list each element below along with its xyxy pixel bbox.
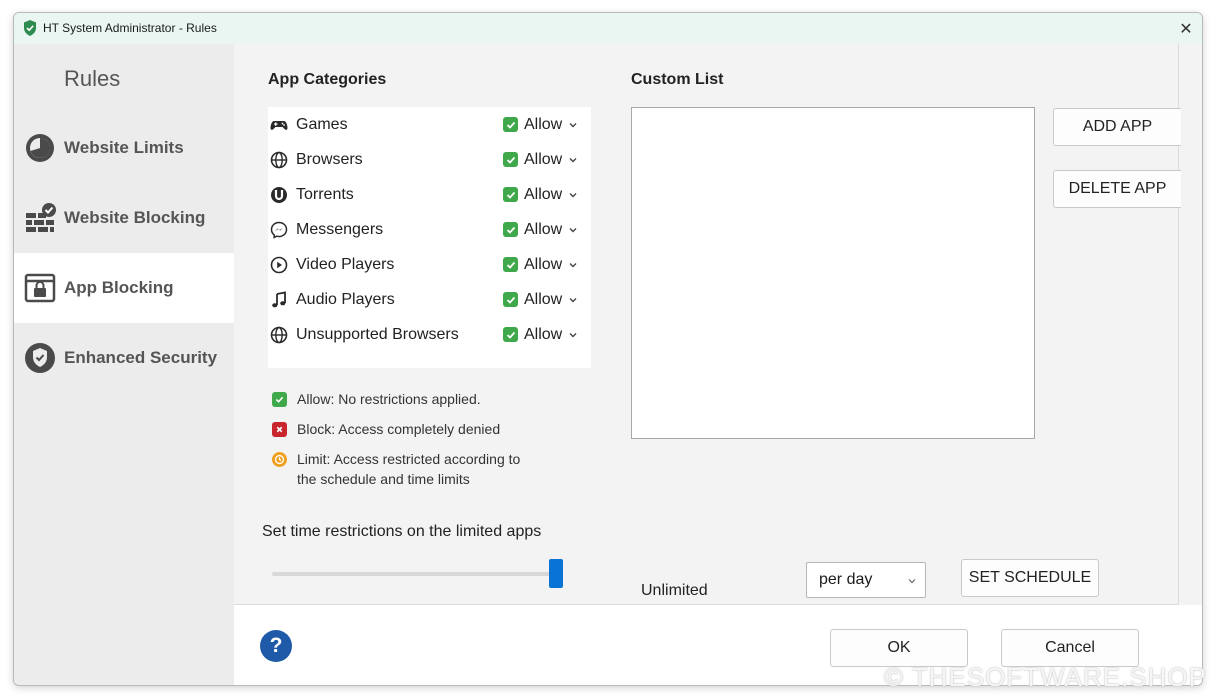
- category-name: Audio Players: [296, 290, 395, 308]
- sidebar-title: Rules: [64, 66, 121, 91]
- allow-check-icon: [503, 187, 518, 202]
- chevron-down-icon: [569, 262, 577, 267]
- category-row-browsers[interactable]: Browsers Allow: [268, 142, 591, 177]
- time-limit-value: Unlimited: [641, 582, 708, 599]
- allow-check-icon: [503, 117, 518, 132]
- category-status-dropdown[interactable]: Allow: [503, 256, 578, 274]
- legend-limit-text-line2: the schedule and time limits: [297, 471, 470, 487]
- chevron-down-icon: [569, 332, 577, 337]
- category-name: Unsupported Browsers: [296, 325, 459, 343]
- chevron-down-icon: [569, 227, 577, 232]
- help-button[interactable]: ?: [260, 630, 292, 662]
- allow-check-icon: [503, 327, 518, 342]
- category-status-dropdown[interactable]: Allow: [503, 326, 578, 344]
- custom-list-box[interactable]: [631, 107, 1035, 439]
- add-app-button[interactable]: ADD APP: [1053, 108, 1181, 146]
- music-note-icon: [272, 290, 286, 307]
- category-name: Browsers: [296, 150, 363, 168]
- category-status-dropdown[interactable]: Allow: [503, 151, 578, 169]
- delete-app-button[interactable]: DELETE APP: [1053, 170, 1181, 208]
- allow-check-icon: [503, 152, 518, 167]
- legend-block: Block: Access completely denied: [272, 419, 500, 439]
- legend-limit: Limit: Access restricted according to th…: [272, 449, 520, 489]
- sidebar-item-label: Enhanced Security: [64, 348, 218, 367]
- app-categories-heading: App Categories: [268, 71, 387, 88]
- play-icon: [270, 256, 288, 273]
- sidebar-item-label: Website Limits: [64, 138, 184, 157]
- legend-allow-text: Allow: No restrictions applied.: [297, 391, 481, 407]
- category-name: Video Players: [296, 255, 395, 273]
- category-status-value: Allow: [524, 290, 563, 308]
- category-row-messengers[interactable]: Messengers Allow: [268, 212, 591, 247]
- help-icon: ?: [269, 634, 283, 657]
- clock-icon: [26, 134, 54, 162]
- category-status-dropdown[interactable]: Allow: [503, 116, 578, 134]
- period-select[interactable]: per day: [806, 562, 926, 598]
- sidebar-item-label: App Blocking: [64, 278, 174, 297]
- category-name: Messengers: [296, 220, 384, 238]
- app-categories-list: Games Allow Browsers Allow Torrents Allo…: [268, 107, 591, 368]
- lock-window-icon: [24, 273, 56, 303]
- sidebar: Rules Website Limits Website Blocking Ap…: [14, 44, 234, 685]
- category-status-value: Allow: [524, 325, 563, 343]
- app-shield-icon: [24, 20, 36, 36]
- main-content: App Categories Games Allow Browsers Allo…: [234, 44, 1181, 605]
- sidebar-item-enhanced-security[interactable]: Enhanced Security: [14, 323, 234, 393]
- block-x-icon: [272, 422, 287, 437]
- close-button[interactable]: ✕: [1170, 13, 1202, 44]
- category-status-value: Allow: [524, 220, 563, 238]
- category-status-value: Allow: [524, 115, 563, 133]
- gamepad-icon: [270, 120, 288, 130]
- category-status-value: Allow: [524, 185, 563, 203]
- category-name: Games: [296, 115, 348, 133]
- window-title: HT System Administrator - Rules: [43, 21, 217, 35]
- time-restrictions-heading: Set time restrictions on the limited app…: [262, 523, 542, 540]
- rules-window: HT System Administrator - Rules ✕ Rules …: [13, 12, 1203, 686]
- sidebar-item-app-blocking[interactable]: App Blocking: [14, 253, 234, 323]
- legend-block-text: Block: Access completely denied: [297, 421, 501, 437]
- torrent-icon: [271, 186, 287, 203]
- chevron-down-icon: [908, 579, 916, 584]
- period-select-value: per day: [819, 571, 873, 588]
- sidebar-item-label: Website Blocking: [64, 208, 206, 227]
- set-schedule-button[interactable]: SET SCHEDULE: [961, 559, 1099, 597]
- sidebar-item-website-limits[interactable]: Website Limits: [14, 113, 234, 183]
- allow-check-icon: [503, 222, 518, 237]
- globe-icon: [270, 326, 288, 343]
- title-bar: HT System Administrator - Rules ✕: [14, 13, 1202, 44]
- allow-check-icon: [272, 392, 287, 407]
- allow-check-icon: [503, 292, 518, 307]
- limit-clock-icon: [272, 452, 287, 467]
- chevron-down-icon: [569, 122, 577, 127]
- custom-list-heading: Custom List: [631, 71, 724, 88]
- watermark-text: © THESOFTWARE.SHOP: [883, 662, 1207, 692]
- category-status-value: Allow: [524, 255, 563, 273]
- legend-limit-text-line1: Limit: Access restricted according to: [297, 451, 521, 467]
- category-status-value: Allow: [524, 150, 563, 168]
- close-icon: ✕: [1179, 20, 1193, 38]
- category-status-dropdown[interactable]: Allow: [503, 291, 578, 309]
- chevron-down-icon: [569, 297, 577, 302]
- allow-check-icon: [503, 257, 518, 272]
- time-limit-slider-track[interactable]: [272, 572, 560, 576]
- shield-check-icon: [25, 343, 55, 373]
- category-row-torrents[interactable]: Torrents Allow: [268, 177, 591, 212]
- legend-allow: Allow: No restrictions applied.: [272, 389, 481, 409]
- category-row-audio-players[interactable]: Audio Players Allow: [268, 282, 591, 317]
- globe-icon: [270, 151, 288, 168]
- firewall-icon: [26, 203, 56, 232]
- sidebar-item-website-blocking[interactable]: Website Blocking: [14, 183, 234, 253]
- time-limit-slider-thumb[interactable]: [549, 559, 563, 588]
- category-status-dropdown[interactable]: Allow: [503, 221, 578, 239]
- chevron-down-icon: [569, 157, 577, 162]
- category-row-unsupported-browsers[interactable]: Unsupported Browsers Allow: [268, 317, 591, 352]
- category-name: Torrents: [296, 185, 354, 203]
- category-row-video-players[interactable]: Video Players Allow: [268, 247, 591, 282]
- chevron-down-icon: [569, 192, 577, 197]
- messenger-icon: [270, 221, 288, 239]
- category-row-games[interactable]: Games Allow: [268, 107, 591, 142]
- category-status-dropdown[interactable]: Allow: [503, 186, 578, 204]
